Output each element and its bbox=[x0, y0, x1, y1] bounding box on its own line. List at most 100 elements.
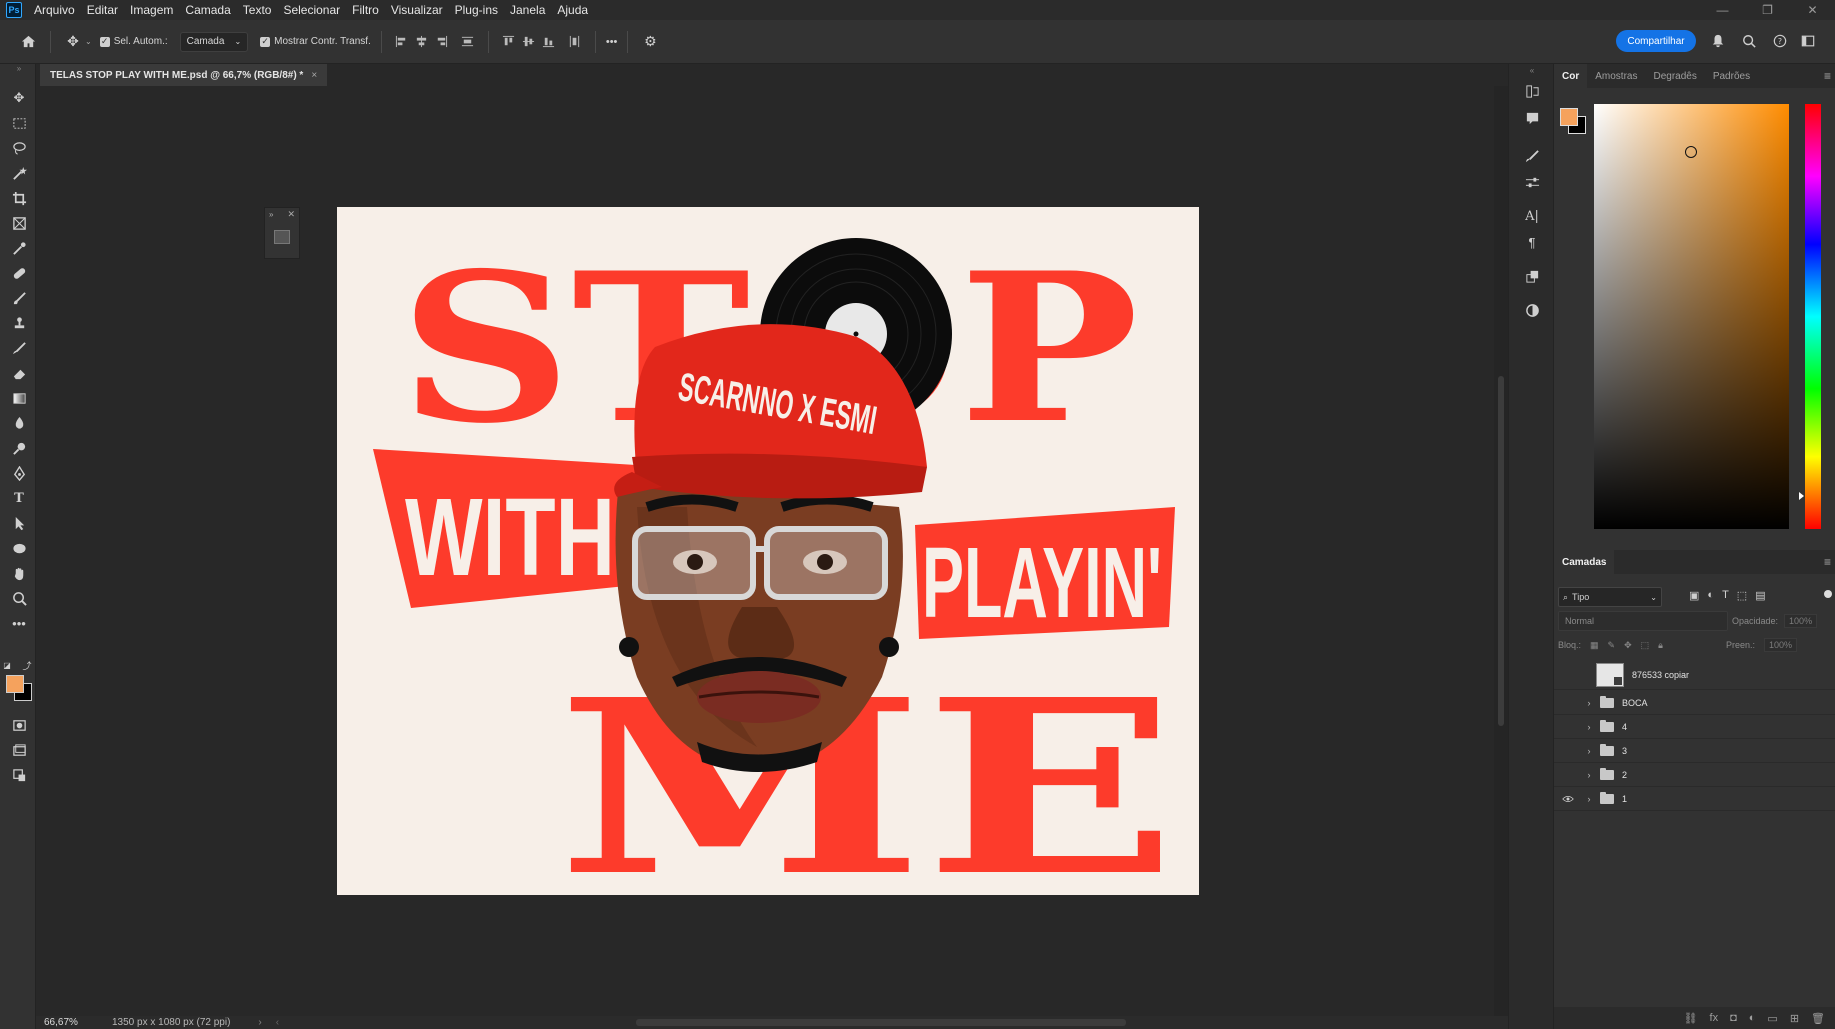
color-field[interactable] bbox=[1594, 104, 1789, 529]
blend-mode-dropdown[interactable]: Normal bbox=[1558, 611, 1728, 631]
search-icon[interactable] bbox=[1739, 31, 1759, 51]
layer-row[interactable]: 876533 copiar bbox=[1554, 660, 1835, 690]
magic-wand-tool-icon[interactable] bbox=[8, 163, 30, 183]
default-colors-icon[interactable]: ◪ bbox=[2, 660, 12, 670]
chevron-right-icon[interactable]: › bbox=[1582, 698, 1596, 708]
more-tools-icon[interactable]: ••• bbox=[8, 613, 30, 633]
tab-cor[interactable]: Cor bbox=[1554, 64, 1588, 88]
visibility-toggle-off[interactable] bbox=[1554, 722, 1582, 732]
layer-row[interactable]: › 1 bbox=[1554, 787, 1835, 811]
close-tab-icon[interactable]: × bbox=[311, 70, 317, 81]
tab-padroes[interactable]: Padrões bbox=[1705, 64, 1758, 88]
new-group-icon[interactable]: ▭ bbox=[1767, 1012, 1777, 1025]
align-right-icon[interactable] bbox=[432, 32, 452, 52]
bell-icon[interactable] bbox=[1708, 31, 1728, 51]
adjustment-layer-icon[interactable]: ◐ bbox=[1749, 1012, 1756, 1024]
fx-icon[interactable]: fx bbox=[1710, 1012, 1719, 1024]
chevron-right-icon[interactable]: › bbox=[1582, 770, 1596, 780]
hue-slider[interactable] bbox=[1805, 104, 1821, 529]
gradient-tool-icon[interactable] bbox=[8, 388, 30, 408]
home-icon[interactable] bbox=[16, 30, 40, 54]
collapse-arrows-icon[interactable]: » bbox=[8, 64, 30, 73]
align-left-icon[interactable] bbox=[392, 32, 412, 52]
swap-colors-icon[interactable]: ⤴ bbox=[22, 660, 32, 671]
filter-shape-icon[interactable]: ⬚ bbox=[1737, 589, 1747, 602]
chevron-right-icon[interactable]: › bbox=[1582, 746, 1596, 756]
lock-transparent-icon[interactable]: ▦ bbox=[1590, 640, 1599, 651]
lock-image-icon[interactable]: ✎ bbox=[1608, 640, 1616, 651]
visibility-toggle-off[interactable] bbox=[1554, 698, 1582, 708]
visibility-toggle-off[interactable] bbox=[1554, 746, 1582, 756]
menu-arquivo[interactable]: Arquivo bbox=[28, 0, 81, 20]
horizontal-scroll-thumb[interactable] bbox=[636, 1019, 1126, 1026]
close-window-icon[interactable]: ✕ bbox=[1790, 0, 1835, 20]
auto-select-target-dropdown[interactable]: Camada ⌄ bbox=[179, 31, 249, 52]
menu-plugins[interactable]: Plug-ins bbox=[449, 0, 504, 20]
zoom-level[interactable]: 66,67% bbox=[44, 1017, 104, 1028]
align-vcenter-icon[interactable] bbox=[519, 32, 539, 52]
lock-artboard-icon[interactable]: ⬚ bbox=[1641, 640, 1650, 651]
scroll-left-icon[interactable]: ‹ bbox=[276, 1017, 279, 1028]
filter-pixel-icon[interactable]: ▣ bbox=[1689, 589, 1699, 602]
link-layers-icon[interactable]: ⛓ bbox=[1684, 1012, 1698, 1025]
new-layer-icon[interactable]: ⊞ bbox=[1790, 1012, 1799, 1025]
path-selection-tool-icon[interactable] bbox=[8, 513, 30, 533]
brush-tool-icon[interactable] bbox=[8, 288, 30, 308]
distribute-vertical-icon[interactable] bbox=[458, 32, 478, 52]
menu-visualizar[interactable]: Visualizar bbox=[385, 0, 449, 20]
filter-type-icon[interactable]: T bbox=[1722, 589, 1729, 602]
menu-editar[interactable]: Editar bbox=[81, 0, 124, 20]
artboard[interactable]: STOP WITH PLAYIN' ME bbox=[337, 207, 1199, 895]
expand-panel-icon[interactable]: » bbox=[269, 210, 273, 219]
menu-ajuda[interactable]: Ajuda bbox=[551, 0, 594, 20]
photo-icon[interactable] bbox=[274, 230, 290, 244]
eraser-tool-icon[interactable] bbox=[8, 363, 30, 383]
restore-icon[interactable]: ❐ bbox=[1745, 0, 1790, 20]
dodge-tool-icon[interactable] bbox=[8, 438, 30, 458]
marquee-tool-icon[interactable] bbox=[8, 113, 30, 133]
layer-row[interactable]: › BOCA bbox=[1554, 691, 1835, 715]
libraries-panel-icon[interactable] bbox=[1522, 300, 1542, 320]
crop-tool-icon[interactable] bbox=[8, 188, 30, 208]
tab-amostras[interactable]: Amostras bbox=[1587, 64, 1645, 88]
move-tool-preset-icon[interactable]: ✥ bbox=[61, 30, 85, 54]
hand-tool-icon[interactable] bbox=[8, 563, 30, 583]
eyedropper-tool-icon[interactable] bbox=[8, 238, 30, 258]
lock-position-icon[interactable]: ✥ bbox=[1624, 640, 1632, 651]
screen-mode-icon[interactable] bbox=[8, 740, 30, 760]
paragraph-panel-icon[interactable]: ¶ bbox=[1522, 232, 1542, 252]
filter-toggle-icon[interactable] bbox=[1824, 590, 1832, 598]
eye-icon[interactable] bbox=[1554, 795, 1582, 803]
show-transform-checkbox[interactable]: ✓ Mostrar Contr. Transf. bbox=[260, 36, 371, 47]
pen-tool-icon[interactable] bbox=[8, 463, 30, 483]
chevron-right-icon[interactable]: › bbox=[258, 1017, 261, 1028]
more-options-button[interactable]: ••• bbox=[606, 36, 618, 48]
adjustments-panel-icon[interactable] bbox=[1522, 172, 1542, 192]
menu-filtro[interactable]: Filtro bbox=[346, 0, 385, 20]
vertical-scroll-thumb[interactable] bbox=[1498, 376, 1504, 726]
layer-row[interactable]: › 3 bbox=[1554, 739, 1835, 763]
tab-degrades[interactable]: Degradês bbox=[1645, 64, 1704, 88]
move-tool-icon[interactable]: ✥ bbox=[8, 88, 30, 108]
distribute-horizontal-icon[interactable] bbox=[565, 32, 585, 52]
hue-slider-marker[interactable] bbox=[1799, 492, 1804, 500]
zoom-tool-icon[interactable] bbox=[8, 588, 30, 608]
foreground-color-swatch[interactable] bbox=[1560, 108, 1578, 126]
layer-row[interactable]: › 4 bbox=[1554, 715, 1835, 739]
align-top-icon[interactable] bbox=[499, 32, 519, 52]
filter-smart-object-icon[interactable]: ▤ bbox=[1755, 589, 1765, 602]
delete-layer-icon[interactable]: 🗑︎ bbox=[1811, 1012, 1825, 1025]
minimize-icon[interactable]: — bbox=[1700, 0, 1745, 20]
fill-input[interactable]: 100% bbox=[1763, 638, 1797, 652]
chevron-right-icon[interactable]: › bbox=[1582, 794, 1596, 804]
quick-mask-icon[interactable] bbox=[8, 715, 30, 735]
opacity-input[interactable]: 100% bbox=[1784, 614, 1818, 628]
menu-camada[interactable]: Camada bbox=[179, 0, 236, 20]
panel-menu-icon[interactable]: ≡ bbox=[1824, 69, 1831, 83]
brushes-panel-icon[interactable] bbox=[1522, 146, 1542, 166]
color-picker-marker[interactable] bbox=[1685, 146, 1697, 158]
workspace-layout-icon[interactable] bbox=[1798, 31, 1818, 51]
comments-panel-icon[interactable] bbox=[1522, 108, 1542, 128]
visibility-toggle-off[interactable] bbox=[1554, 770, 1582, 780]
chevron-right-icon[interactable]: › bbox=[1582, 722, 1596, 732]
